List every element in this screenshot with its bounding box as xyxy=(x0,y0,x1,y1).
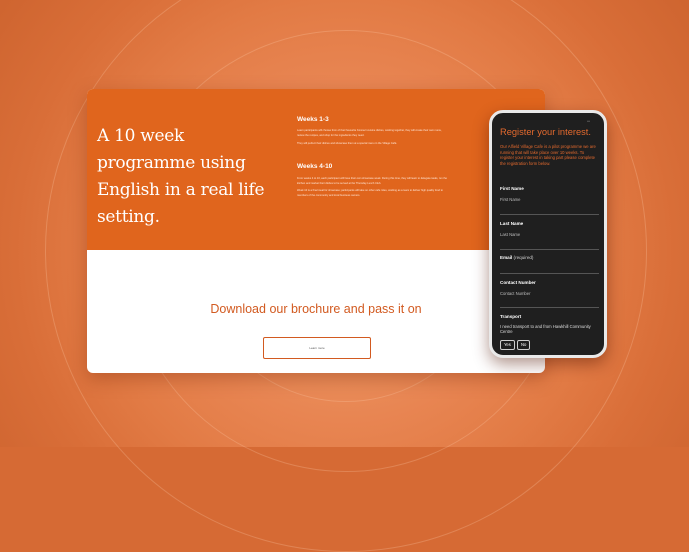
last-name-field[interactable]: Last Name xyxy=(500,232,520,237)
webpage-card: A 10 week programme using English in a r… xyxy=(87,89,545,373)
hero-section: A 10 week programme using English in a r… xyxy=(87,89,545,250)
weeks-1-3-heading: Weeks 1-3 xyxy=(297,116,329,123)
email-label-text: Email xyxy=(500,255,513,260)
contact-number-label: Contact Number xyxy=(500,280,536,285)
register-title: Register your interest. xyxy=(500,127,591,137)
last-name-label: Last Name xyxy=(500,221,524,226)
email-field[interactable] xyxy=(500,273,599,274)
email-label: Email (required) xyxy=(500,255,533,260)
register-description: Our Alfield Village Cafe is a pilot prog… xyxy=(500,144,596,166)
weeks-1-3-text: Learn participants will choose from of t… xyxy=(297,129,442,137)
hero-title: A 10 week programme using English in a r… xyxy=(97,126,265,227)
weeks-1-3-text-2: They will perfect their dishes and showc… xyxy=(297,142,398,145)
contact-number-field[interactable]: Contact Number xyxy=(500,291,531,296)
first-name-field[interactable]: First Name xyxy=(500,197,520,202)
phone-mockup: ••• Register your interest. Our Alfield … xyxy=(489,110,607,358)
transport-no-button[interactable]: No xyxy=(517,340,531,350)
divider xyxy=(500,249,599,250)
learn-more-button[interactable]: Learn more xyxy=(263,337,371,359)
transport-question: I need transport to and from Hawkhill Co… xyxy=(500,324,591,335)
phone-status-bar: ••• xyxy=(586,119,590,123)
transport-label: Transport xyxy=(500,314,522,319)
first-name-label: First Name xyxy=(500,186,524,191)
transport-yes-button[interactable]: Yes xyxy=(500,340,515,350)
weeks-4-10-text: From weeks 4 to 10, each participant wil… xyxy=(297,177,447,185)
weeks-4-10-text-2: Week 10 is a final meal for showcase; pa… xyxy=(297,189,443,197)
download-title: Download our brochure and pass it on xyxy=(210,302,422,316)
email-required-text: (required) xyxy=(513,255,534,260)
divider xyxy=(500,307,599,308)
divider xyxy=(500,214,599,215)
weeks-4-10-heading: Weeks 4-10 xyxy=(297,163,333,170)
